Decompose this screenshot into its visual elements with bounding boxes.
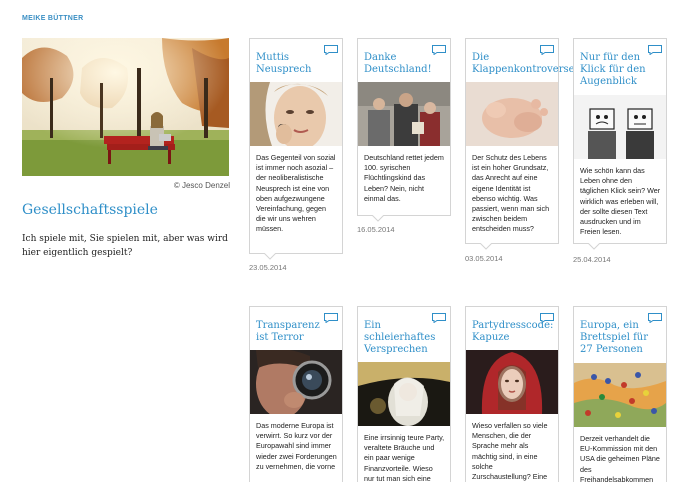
post-excerpt: Wieso verfallen so viele Menschen, die d… bbox=[472, 421, 548, 482]
blog-title[interactable]: Gesellschaftsspiele bbox=[22, 202, 158, 218]
blog-description: Ich spiele mit, Sie spielen mit, aber wa… bbox=[22, 234, 228, 258]
post-card[interactable]: Danke Deutschland! Deutschland rettet je… bbox=[357, 38, 451, 222]
post-card[interactable]: Ein schleierhaftes Versprechen Eine irrs… bbox=[357, 306, 451, 483]
post-card[interactable]: Europa, ein Brettspiel für 27 Personen D… bbox=[573, 306, 667, 484]
comment-icon[interactable] bbox=[432, 313, 446, 323]
comment-icon[interactable] bbox=[540, 45, 554, 55]
comment-icon[interactable] bbox=[648, 45, 662, 55]
post-excerpt: Wie schön kann das Leben ohne den täglic… bbox=[580, 166, 661, 237]
post-card[interactable]: Nur für den Klick für den Augenblick Wie… bbox=[573, 38, 667, 250]
post-excerpt: Deutschland rettet jedem 100. syrischen … bbox=[364, 153, 444, 203]
card-pointer bbox=[588, 243, 600, 250]
post-thumbnail[interactable] bbox=[574, 95, 666, 159]
post-thumbnail[interactable] bbox=[358, 362, 450, 426]
post-excerpt: Eine irrsinnig teure Party, veraltete Br… bbox=[364, 433, 445, 483]
post-thumbnail[interactable] bbox=[466, 350, 558, 414]
post-card[interactable]: Muttis Neusprech Das Gegenteil von sozia… bbox=[249, 38, 343, 260]
post-thumbnail[interactable] bbox=[466, 82, 558, 146]
post-excerpt: Derzeit verhandelt die EU-Kommission mit… bbox=[580, 434, 660, 484]
card-pointer bbox=[372, 215, 384, 222]
post-thumbnail[interactable] bbox=[574, 363, 666, 427]
hero-image bbox=[22, 38, 229, 176]
post-thumbnail[interactable] bbox=[358, 82, 450, 146]
card-pointer bbox=[480, 243, 492, 250]
post-excerpt: Das moderne Europa ist verwirrt. So kurz… bbox=[256, 421, 337, 471]
post-card[interactable]: Transparenz ist Terror Das moderne Europ… bbox=[249, 306, 343, 482]
photo-credit: © Jesco Denzel bbox=[173, 181, 230, 190]
post-card[interactable]: Partydresscode: Kapuze Wieso verfallen s… bbox=[465, 306, 559, 482]
post-thumbnail[interactable] bbox=[250, 350, 342, 414]
comment-icon[interactable] bbox=[432, 45, 446, 55]
post-card[interactable]: Die Klappenkontroverse Der Schutz des Le… bbox=[465, 38, 575, 250]
post-excerpt: Das Gegenteil von sozial ist immer noch … bbox=[256, 153, 336, 234]
post-thumbnail[interactable] bbox=[250, 82, 342, 146]
comment-icon[interactable] bbox=[324, 45, 338, 55]
post-date: 16.05.2014 bbox=[357, 225, 395, 234]
post-date: 03.05.2014 bbox=[465, 254, 503, 263]
comment-icon[interactable] bbox=[540, 313, 554, 323]
post-date: 23.05.2014 bbox=[249, 263, 287, 272]
comment-icon[interactable] bbox=[324, 313, 338, 323]
post-date: 25.04.2014 bbox=[573, 255, 611, 264]
post-excerpt: Der Schutz des Lebens ist ein hoher Grun… bbox=[472, 153, 550, 234]
author-name[interactable]: MEIKE BÜTTNER bbox=[22, 15, 83, 22]
card-pointer bbox=[264, 253, 276, 260]
comment-icon[interactable] bbox=[648, 313, 662, 323]
